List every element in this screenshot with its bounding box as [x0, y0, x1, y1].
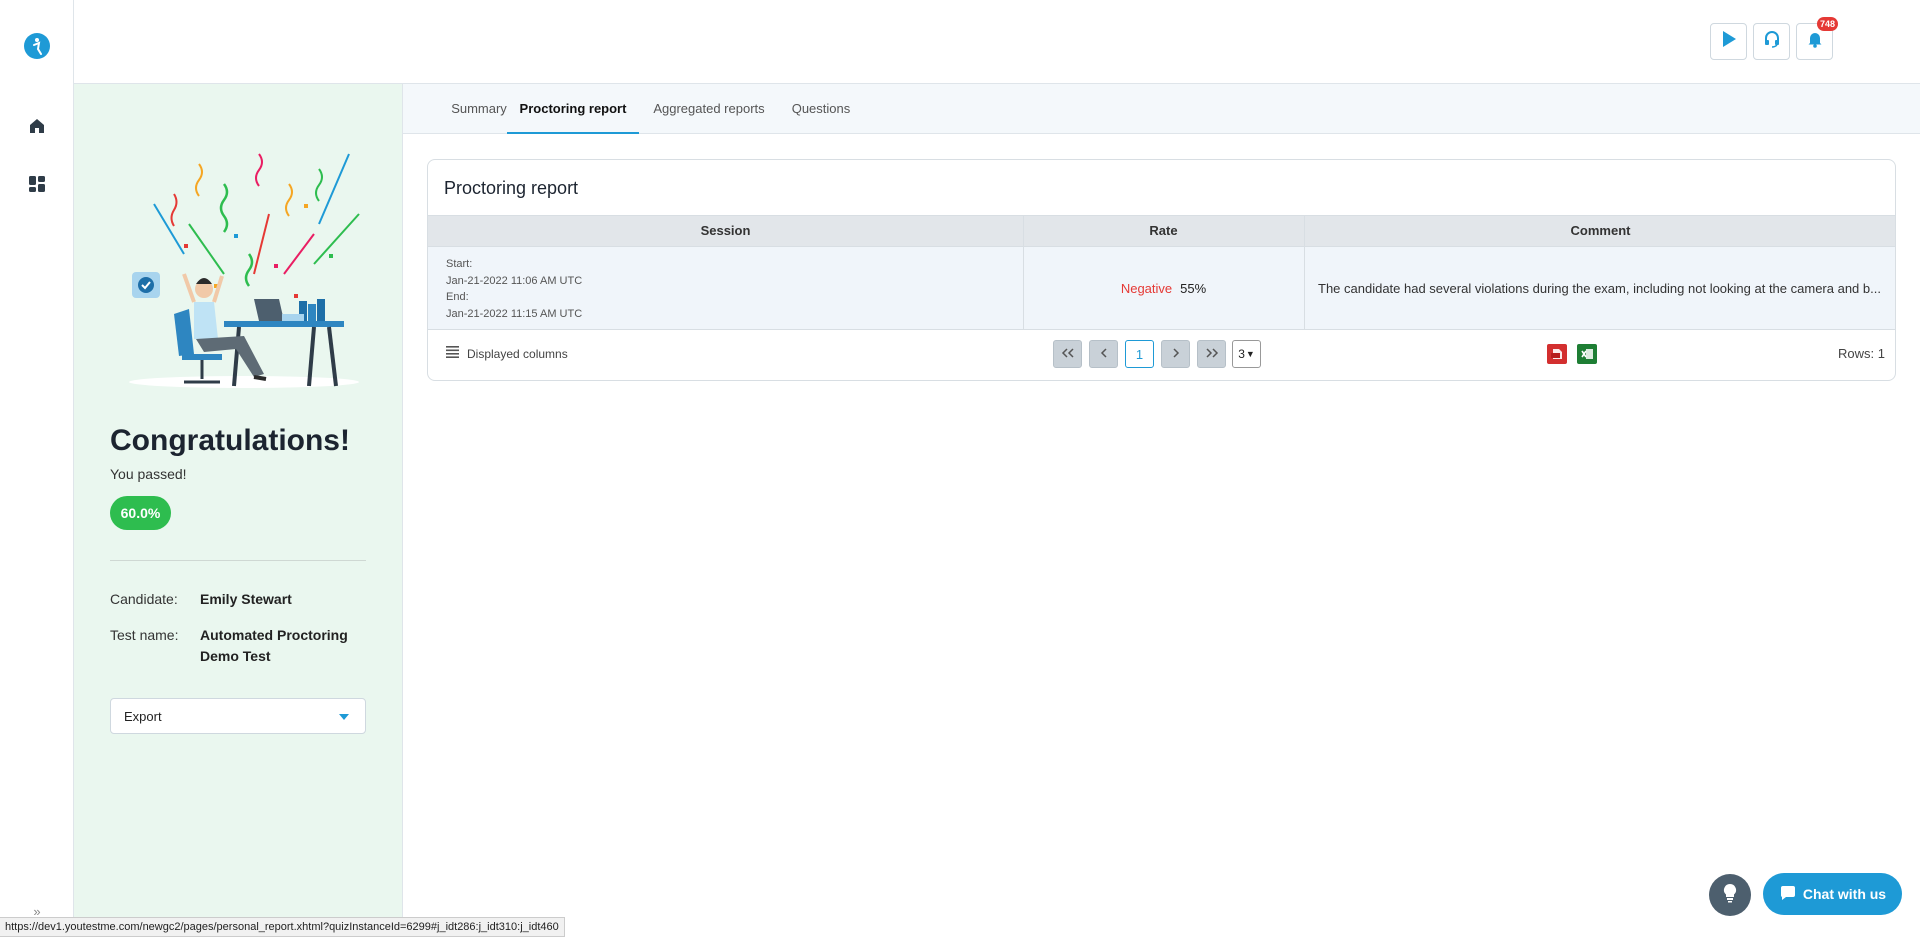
- chevron-right-icon: [1171, 345, 1181, 363]
- tab-proctoring-report[interactable]: Proctoring report: [507, 84, 639, 134]
- candidate-label: Candidate:: [110, 591, 178, 607]
- tab-questions[interactable]: Questions: [785, 84, 857, 134]
- home-icon[interactable]: [26, 115, 48, 137]
- page-number-button[interactable]: 1: [1125, 340, 1154, 368]
- table-header: Session Rate Comment: [428, 215, 1895, 247]
- session-cell: Start: Jan-21-2022 11:06 AM UTC End: Jan…: [446, 256, 582, 322]
- bell-icon: [1806, 30, 1824, 53]
- main-content: Summary Proctoring report Aggregated rep…: [403, 84, 1920, 937]
- table-row[interactable]: Start: Jan-21-2022 11:06 AM UTC End: Jan…: [428, 247, 1895, 330]
- chat-label: Chat with us: [1802, 886, 1887, 902]
- column-header-session[interactable]: Session: [428, 216, 1023, 246]
- app-root: » 748 ⌄: [0, 0, 1920, 937]
- pdf-export-icon[interactable]: [1547, 344, 1567, 364]
- table-footer: Displayed columns 1 3 ▼ Rows: 1: [428, 330, 1895, 380]
- expand-icon[interactable]: »: [26, 904, 48, 919]
- candidate-value: Emily Stewart: [200, 591, 292, 607]
- chevron-left-icon: [1099, 345, 1109, 363]
- export-dropdown[interactable]: Export: [110, 698, 366, 734]
- rows-per-page-value: 3: [1238, 347, 1245, 361]
- play-icon: [1721, 30, 1737, 53]
- test-name-value: Automated Proctoring Demo Test: [200, 627, 348, 664]
- displayed-columns-button[interactable]: Displayed columns: [446, 346, 568, 361]
- double-chevron-right-icon: [1205, 345, 1219, 363]
- first-page-button[interactable]: [1053, 340, 1082, 368]
- congratulations-heading: Congratulations!: [110, 424, 350, 457]
- logo-icon[interactable]: [24, 33, 50, 59]
- chat-bubble-icon: [1779, 885, 1797, 904]
- chat-with-us-button[interactable]: Chat with us: [1763, 873, 1902, 915]
- tips-button[interactable]: [1709, 874, 1751, 916]
- start-label: Start:: [446, 258, 473, 270]
- displayed-columns-label: Displayed columns: [467, 346, 568, 361]
- left-rail: »: [0, 0, 74, 937]
- divider: [110, 560, 366, 561]
- rows-count: Rows: 1: [1838, 346, 1885, 361]
- double-chevron-left-icon: [1061, 345, 1075, 363]
- previous-page-button[interactable]: [1089, 340, 1118, 368]
- tab-aggregated-reports[interactable]: Aggregated reports: [647, 84, 771, 134]
- export-label: Export: [124, 708, 162, 724]
- caret-down-icon: [339, 714, 349, 720]
- celebration-illustration: [114, 124, 364, 394]
- rate-value: 55%: [1180, 281, 1207, 296]
- proctoring-report-card: Proctoring report Session Rate Comment S…: [427, 159, 1896, 381]
- column-header-comment[interactable]: Comment: [1304, 216, 1895, 246]
- support-button[interactable]: [1753, 23, 1790, 60]
- top-header: 748 ⌄: [74, 0, 1920, 84]
- start-time: Jan-21-2022 11:06 AM UTC: [446, 274, 583, 287]
- result-panel: Congratulations! You passed! 60.0% Candi…: [74, 84, 403, 937]
- play-button[interactable]: [1710, 23, 1747, 60]
- end-label: End:: [446, 291, 469, 303]
- rate-label: Negative: [1120, 281, 1173, 296]
- status-bar-url: https://dev1.youtestme.com/newgc2/pages/…: [0, 917, 565, 937]
- notifications-button[interactable]: 748: [1796, 17, 1838, 60]
- next-page-button[interactable]: [1161, 340, 1190, 368]
- chevron-down-icon: ▼: [1245, 349, 1255, 359]
- rows-per-page-select[interactable]: 3 ▼: [1232, 340, 1261, 368]
- test-name-label: Test name:: [110, 627, 179, 643]
- card-title: Proctoring report: [444, 178, 579, 198]
- comment-cell: The candidate had several violations dur…: [1318, 281, 1881, 296]
- rate-cell: Negative 55%: [1023, 247, 1304, 330]
- score-badge: 60.0%: [110, 496, 171, 530]
- lightbulb-icon: [1722, 883, 1738, 908]
- dashboard-icon[interactable]: [26, 173, 48, 195]
- last-page-button[interactable]: [1197, 340, 1226, 368]
- column-separator: [1304, 215, 1305, 330]
- pass-status: You passed!: [110, 466, 187, 482]
- column-separator: [1023, 215, 1024, 330]
- notifications-badge: 748: [1816, 17, 1838, 31]
- excel-export-icon[interactable]: [1577, 344, 1597, 364]
- list-icon: [446, 346, 459, 361]
- headset-icon: [1763, 30, 1781, 53]
- end-time: Jan-21-2022 11:15 AM UTC: [446, 307, 583, 320]
- column-header-rate[interactable]: Rate: [1023, 216, 1304, 246]
- tab-bar: Summary Proctoring report Aggregated rep…: [403, 84, 1920, 134]
